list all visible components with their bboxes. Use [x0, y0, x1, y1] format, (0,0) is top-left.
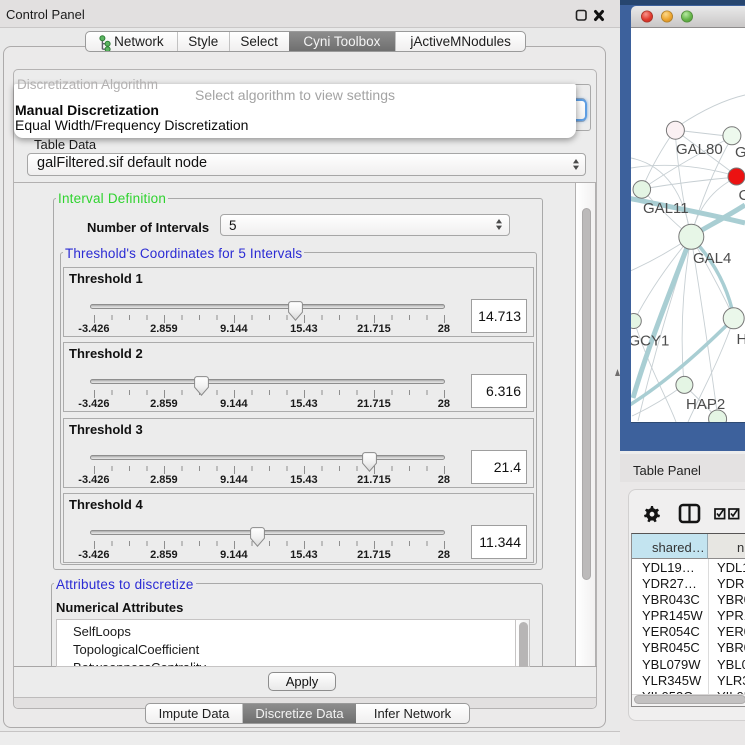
svg-text:GAL80: GAL80: [676, 141, 723, 158]
svg-text:GA: GA: [735, 144, 745, 161]
svg-text:GAL4: GAL4: [693, 250, 731, 267]
svg-text:GAL11: GAL11: [643, 200, 689, 217]
svg-text:HAP2: HAP2: [686, 396, 725, 413]
svg-text:H: H: [737, 331, 745, 348]
svg-text:C: C: [739, 187, 745, 204]
svg-text:GCY1: GCY1: [631, 333, 669, 350]
